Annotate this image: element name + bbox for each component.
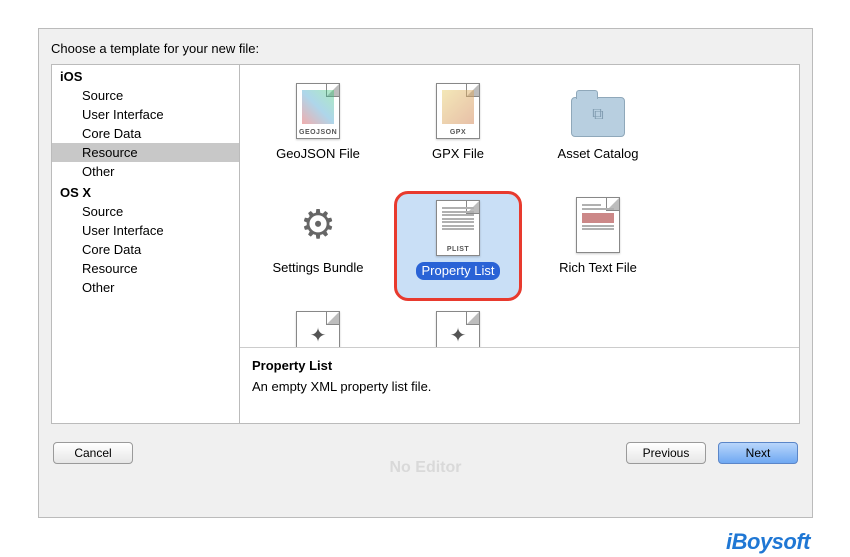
template-property-list[interactable]: PLIST Property List bbox=[394, 191, 522, 301]
file-icon: ✦SCNP bbox=[290, 307, 346, 347]
cancel-button[interactable]: Cancel bbox=[53, 442, 133, 464]
description-body: An empty XML property list file. bbox=[252, 379, 787, 394]
next-button[interactable]: Next bbox=[718, 442, 798, 464]
sidebar-item-other-osx[interactable]: Other bbox=[52, 278, 239, 297]
sidebar-header-osx: OS X bbox=[52, 181, 239, 202]
sidebar-item-coredata-osx[interactable]: Core Data bbox=[52, 240, 239, 259]
sidebar-item-other-ios[interactable]: Other bbox=[52, 162, 239, 181]
template-gpx[interactable]: GPX GPX File bbox=[394, 77, 522, 187]
sidebar-item-resource-ios[interactable]: Resource bbox=[52, 143, 239, 162]
file-icon: GPX bbox=[430, 79, 486, 143]
dialog-prompt: Choose a template for your new file: bbox=[39, 29, 812, 64]
description-panel: Property List An empty XML property list… bbox=[240, 347, 799, 423]
content-row: iOS Source User Interface Core Data Reso… bbox=[51, 64, 800, 424]
gear-icon: ⚙ bbox=[290, 193, 346, 257]
new-file-dialog: Choose a template for your new file: iOS… bbox=[38, 28, 813, 518]
file-icon: GEOJSON bbox=[290, 79, 346, 143]
template-geojson[interactable]: GEOJSON GeoJSON File bbox=[254, 77, 382, 187]
template-label: Rich Text File bbox=[553, 259, 643, 277]
sidebar-item-coredata-ios[interactable]: Core Data bbox=[52, 124, 239, 143]
main-panel: GEOJSON GeoJSON File GPX GPX File ⧉ Asse… bbox=[240, 65, 799, 423]
sidebar-item-userinterface-ios[interactable]: User Interface bbox=[52, 105, 239, 124]
sidebar-item-source-ios[interactable]: Source bbox=[52, 86, 239, 105]
template-label: Asset Catalog bbox=[552, 145, 645, 163]
description-title: Property List bbox=[252, 358, 787, 373]
folder-icon: ⧉ bbox=[570, 79, 626, 143]
sidebar: iOS Source User Interface Core Data Reso… bbox=[52, 65, 240, 423]
template-label: Settings Bundle bbox=[266, 259, 369, 277]
previous-button[interactable]: Previous bbox=[626, 442, 706, 464]
template-label: GeoJSON File bbox=[270, 145, 366, 163]
file-icon: PLIST bbox=[430, 196, 486, 260]
sidebar-item-resource-osx[interactable]: Resource bbox=[52, 259, 239, 278]
sidebar-item-userinterface-osx[interactable]: User Interface bbox=[52, 221, 239, 240]
sidebar-item-source-osx[interactable]: Source bbox=[52, 202, 239, 221]
file-icon: ✦SKS bbox=[430, 307, 486, 347]
template-settings-bundle[interactable]: ⚙ Settings Bundle bbox=[254, 191, 382, 301]
template-spritekit-particle[interactable]: ✦SKS SpriteKit Particle File bbox=[394, 305, 522, 347]
template-asset-catalog[interactable]: ⧉ Asset Catalog bbox=[534, 77, 662, 187]
template-scenekit-particle[interactable]: ✦SCNP SceneKit Particle System bbox=[254, 305, 382, 347]
template-label: GPX File bbox=[426, 145, 490, 163]
template-label: Property List bbox=[416, 262, 501, 280]
file-icon bbox=[570, 193, 626, 257]
template-gallery: GEOJSON GeoJSON File GPX GPX File ⧉ Asse… bbox=[240, 65, 799, 347]
button-row: Cancel Previous Next bbox=[39, 442, 812, 464]
sidebar-header-ios: iOS bbox=[52, 65, 239, 86]
template-rich-text[interactable]: Rich Text File bbox=[534, 191, 662, 301]
watermark: iBoysoft bbox=[726, 529, 810, 555]
